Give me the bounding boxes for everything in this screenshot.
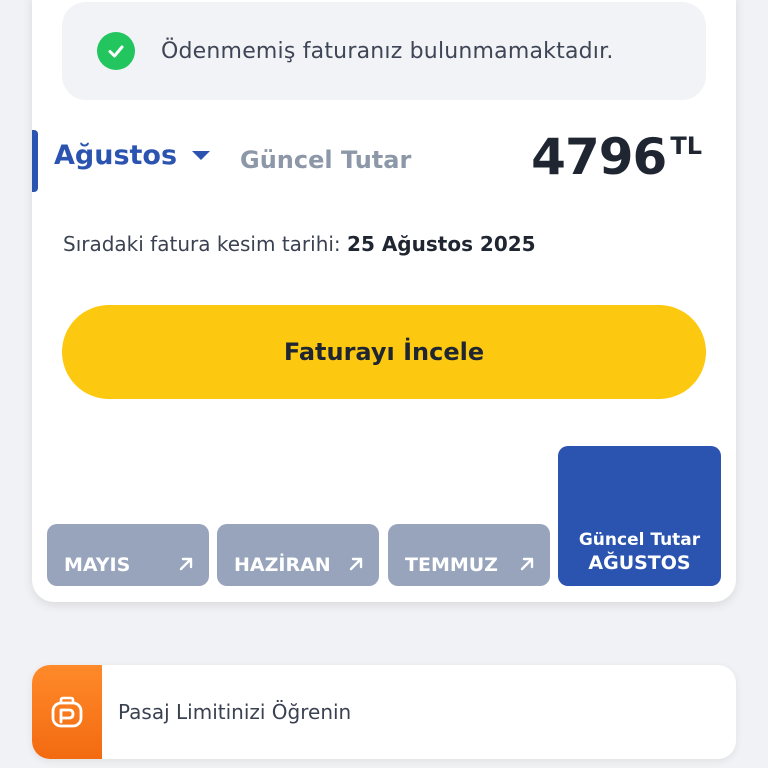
unpaid-notice: Ödenmemiş faturanız bulunmamaktadır. bbox=[62, 2, 706, 100]
cutoff-prefix: Sıradaki fatura kesim tarihi: bbox=[63, 232, 348, 256]
invoice-card: Ödenmemiş faturanız bulunmamaktadır. Ağu… bbox=[32, 0, 736, 602]
arrow-up-right-icon bbox=[520, 557, 534, 571]
current-tab-line2: AĞUSTOS bbox=[588, 552, 691, 574]
tab-haziran[interactable]: HAZİRAN bbox=[217, 524, 379, 586]
pasaj-limit-text: Pasaj Limitinizi Öğrenin bbox=[118, 700, 352, 724]
tab-temmuz[interactable]: TEMMUZ bbox=[388, 524, 550, 586]
month-dropdown[interactable]: Ağustos bbox=[54, 140, 211, 171]
pasaj-logo-icon bbox=[32, 665, 102, 759]
tab-agustos-current[interactable]: Güncel Tutar AĞUSTOS bbox=[558, 446, 721, 586]
arrow-up-right-icon bbox=[349, 557, 363, 571]
amount-value: 4796 bbox=[531, 128, 667, 186]
current-tab-line1: Güncel Tutar bbox=[578, 530, 701, 550]
amount-currency: TL bbox=[670, 132, 702, 160]
selected-accent-bar bbox=[32, 130, 38, 192]
arrow-up-right-icon bbox=[179, 557, 193, 571]
current-amount-label: Güncel Tutar bbox=[240, 146, 412, 174]
pasaj-limit-card[interactable]: Pasaj Limitinizi Öğrenin bbox=[32, 665, 736, 759]
tab-label: HAZİRAN bbox=[234, 554, 331, 576]
chevron-down-icon bbox=[192, 151, 211, 160]
review-invoice-button[interactable]: Faturayı İncele bbox=[62, 305, 706, 399]
check-circle-icon bbox=[97, 32, 135, 70]
current-amount: 4796 TL bbox=[531, 130, 702, 185]
tab-label: MAYIS bbox=[64, 554, 131, 576]
next-cutoff-date: Sıradaki fatura kesim tarihi: 25 Ağustos… bbox=[63, 232, 536, 256]
cutoff-date: 25 Ağustos 2025 bbox=[347, 232, 536, 256]
tab-label: TEMMUZ bbox=[405, 554, 498, 576]
notice-text: Ödenmemiş faturanız bulunmamaktadır. bbox=[161, 38, 614, 64]
selected-month-label: Ağustos bbox=[54, 140, 178, 171]
tab-mayis[interactable]: MAYIS bbox=[47, 524, 209, 586]
